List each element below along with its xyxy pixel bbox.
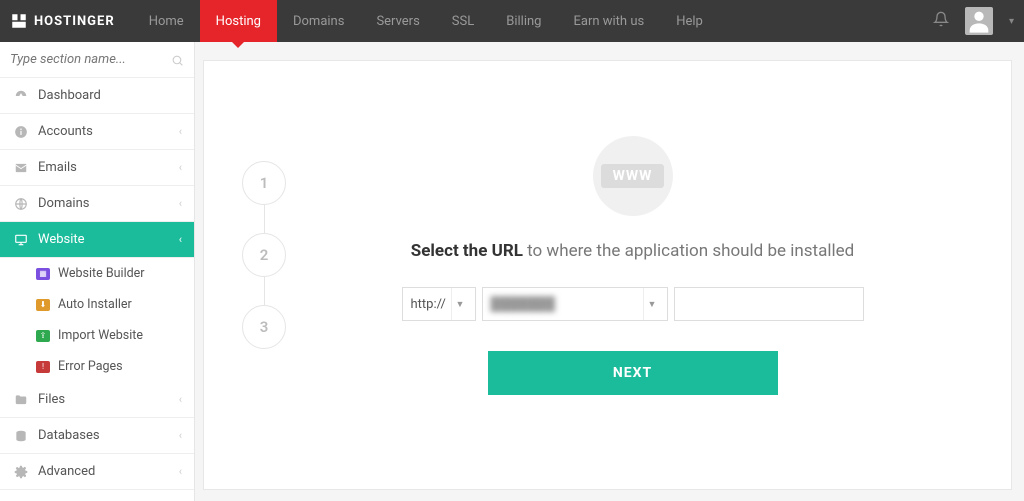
nav-help[interactable]: Help: [660, 0, 719, 42]
sidebar-sub-website-builder[interactable]: ▦ Website Builder: [0, 258, 194, 289]
next-button[interactable]: NEXT: [488, 351, 778, 395]
main-area: 1 2 3 WWW Select the URL to where the ap…: [195, 42, 1024, 501]
monitor-icon: [12, 233, 30, 247]
sidebar-item-label: Databases: [38, 428, 100, 443]
nav-hosting[interactable]: Hosting: [200, 0, 277, 42]
sidebar-sub-label: Website Builder: [58, 266, 145, 281]
sidebar-item-label: Dashboard: [38, 88, 101, 103]
nav-billing[interactable]: Billing: [490, 0, 557, 42]
chevron-left-icon: ‹: [179, 465, 182, 478]
sidebar-item-advanced[interactable]: Advanced ‹: [0, 454, 194, 490]
chevron-left-icon: ‹: [179, 429, 182, 442]
sidebar-search: [0, 42, 194, 78]
chevron-left-icon: ‹: [179, 233, 182, 246]
nav-earn[interactable]: Earn with us: [557, 0, 660, 42]
step-3: 3: [242, 305, 286, 349]
sidebar-item-label: Accounts: [38, 124, 93, 139]
www-label: WWW: [601, 164, 665, 188]
chevron-left-icon: ‹: [179, 125, 182, 138]
caret-down-icon: ▼: [451, 288, 469, 320]
sidebar-item-other[interactable]: Other ‹: [0, 490, 194, 501]
url-row: http:// ▼ ███████ ▼: [402, 287, 864, 321]
nav-domains[interactable]: Domains: [277, 0, 360, 42]
step-heading: Select the URL to where the application …: [411, 241, 854, 261]
sidebar-sub-import-website[interactable]: ⇪ Import Website: [0, 320, 194, 351]
caret-down-icon: ▼: [643, 288, 661, 320]
domain-value: ███████: [491, 296, 555, 312]
search-input[interactable]: [8, 48, 186, 71]
topbar: HOSTINGER Home Hosting Domains Servers S…: [0, 0, 1024, 42]
nav-home[interactable]: Home: [133, 0, 200, 42]
step-connector: [264, 205, 265, 233]
topbar-right: ▾: [933, 7, 1014, 35]
gauge-icon: [12, 89, 30, 103]
path-input[interactable]: [674, 287, 864, 321]
step-2: 2: [242, 233, 286, 277]
folder-icon: [12, 393, 30, 407]
chevron-left-icon: ‹: [179, 197, 182, 210]
nav-ssl[interactable]: SSL: [436, 0, 490, 42]
builder-icon: ▦: [36, 268, 50, 280]
sidebar-item-accounts[interactable]: Accounts ‹: [0, 114, 194, 150]
brand-text: HOSTINGER: [34, 14, 115, 29]
sidebar-sub-label: Error Pages: [58, 359, 123, 374]
sidebar-item-label: Advanced: [38, 464, 95, 479]
sidebar-item-label: Files: [38, 392, 65, 407]
chevron-left-icon: ‹: [179, 161, 182, 174]
search-icon[interactable]: [171, 52, 184, 71]
sidebar-item-label: Domains: [38, 196, 89, 211]
error-icon: !: [36, 361, 50, 373]
domain-select[interactable]: ███████ ▼: [482, 287, 668, 321]
installer-icon: ⬇: [36, 299, 50, 311]
www-illustration: WWW: [588, 131, 678, 221]
hostinger-icon: [10, 12, 28, 30]
sidebar-sub-label: Auto Installer: [58, 297, 132, 312]
globe-icon: [12, 197, 30, 211]
step-1: 1: [242, 161, 286, 205]
envelope-icon: [12, 161, 30, 175]
sidebar-item-dashboard[interactable]: Dashboard: [0, 78, 194, 114]
sidebar-item-emails[interactable]: Emails ‹: [0, 150, 194, 186]
sidebar-sub-error-pages[interactable]: ! Error Pages: [0, 351, 194, 382]
sidebar-item-databases[interactable]: Databases ‹: [0, 418, 194, 454]
protocol-select[interactable]: http:// ▼: [402, 287, 476, 321]
sidebar-sub-auto-installer[interactable]: ⬇ Auto Installer: [0, 289, 194, 320]
sidebar: Dashboard Accounts ‹ Emails ‹ Domains ‹ …: [0, 42, 195, 501]
sidebar-item-label: Website: [38, 232, 85, 247]
installer-content: WWW Select the URL to where the applicat…: [294, 91, 971, 459]
sidebar-sub-label: Import Website: [58, 328, 143, 343]
import-icon: ⇪: [36, 330, 50, 342]
sidebar-item-files[interactable]: Files ‹: [0, 382, 194, 418]
bell-icon[interactable]: [933, 11, 949, 31]
info-icon: [12, 125, 30, 139]
protocol-value: http://: [411, 297, 446, 312]
avatar[interactable]: [965, 7, 993, 35]
sidebar-item-website[interactable]: Website ‹: [0, 222, 194, 258]
chevron-left-icon: ‹: [179, 393, 182, 406]
top-nav: Home Hosting Domains Servers SSL Billing…: [133, 0, 719, 42]
brand-logo[interactable]: HOSTINGER: [10, 12, 115, 30]
installer-card: 1 2 3 WWW Select the URL to where the ap…: [203, 60, 1012, 490]
chevron-down-icon[interactable]: ▾: [1009, 16, 1014, 27]
step-connector: [264, 277, 265, 305]
gear-icon: [12, 465, 30, 479]
nav-servers[interactable]: Servers: [360, 0, 435, 42]
database-icon: [12, 429, 30, 443]
sidebar-item-label: Emails: [38, 160, 77, 175]
sidebar-item-domains[interactable]: Domains ‹: [0, 186, 194, 222]
step-indicator: 1 2 3: [234, 91, 294, 459]
